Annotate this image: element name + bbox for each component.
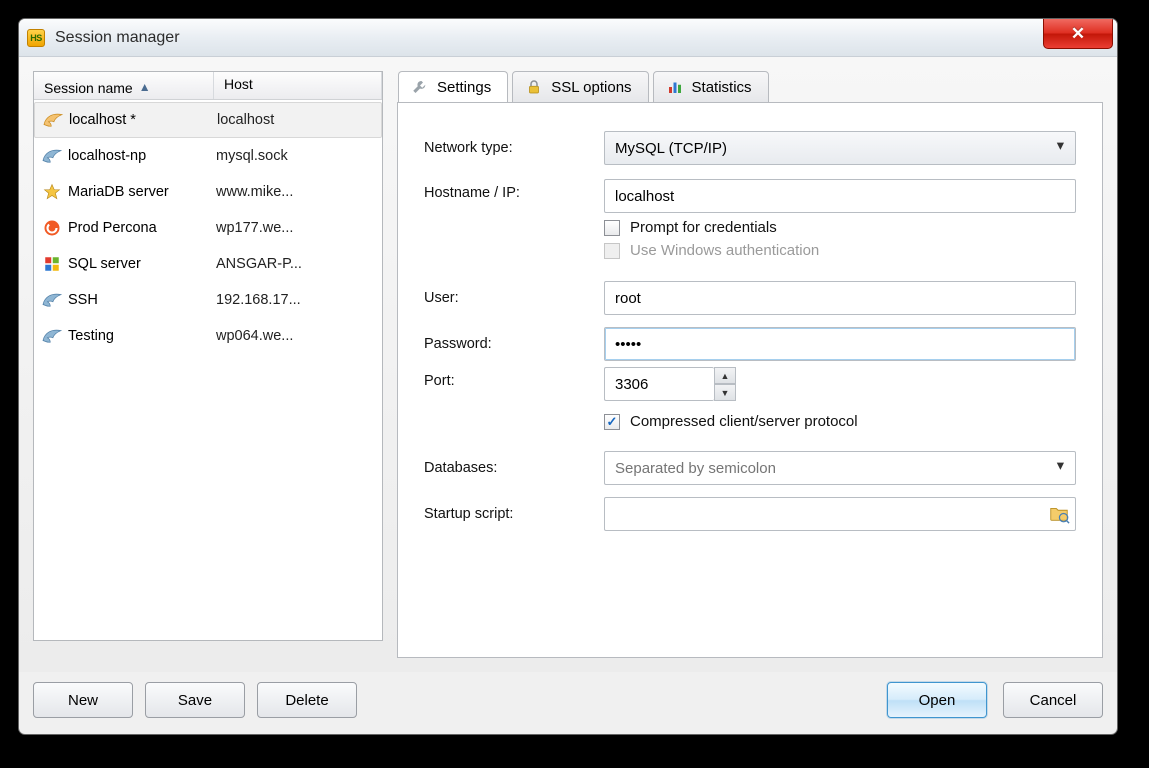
session-name: SSH <box>66 292 216 308</box>
session-name: MariaDB server <box>66 184 216 200</box>
session-host: 192.168.17... <box>216 292 378 308</box>
session-list-panel: Session name ▲ Host localhost *localhost… <box>33 71 383 641</box>
session-row[interactable]: Prod Perconawp177.we... <box>34 210 382 246</box>
wrench-icon <box>411 78 429 96</box>
checkbox-prompt-credentials-label: Prompt for credentials <box>630 219 777 236</box>
tab-settings-label: Settings <box>437 79 491 96</box>
lock-icon <box>525 78 543 96</box>
checkbox-windows-auth: Use Windows authentication <box>604 242 1076 259</box>
checkbox-windows-auth-label: Use Windows authentication <box>630 242 819 259</box>
checkbox-box: ✓ <box>604 414 620 430</box>
port-spinner: ▲ ▼ <box>714 367 736 401</box>
tab-statistics[interactable]: Statistics <box>653 71 769 103</box>
save-button[interactable]: Save <box>145 682 245 718</box>
settings-tab-content: Network type: MySQL (TCP/IP) Hostname / … <box>397 102 1103 658</box>
session-name: localhost-np <box>66 148 216 164</box>
tab-ssl-options[interactable]: SSL options <box>512 71 648 103</box>
label-port: Port: <box>424 367 604 389</box>
window-title: Session manager <box>55 29 180 47</box>
tabstrip: Settings SSL options Statistics <box>397 71 1103 103</box>
label-startup-script: Startup script: <box>424 506 604 522</box>
close-button[interactable]: ✕ <box>1043 19 1113 49</box>
dolphin-icon <box>38 327 66 345</box>
column-header-name-label: Session name <box>44 80 133 96</box>
column-header-host-label: Host <box>224 76 253 92</box>
label-user: User: <box>424 290 604 306</box>
databases-input[interactable] <box>604 451 1076 485</box>
startup-script-input[interactable] <box>604 497 1076 531</box>
checkbox-compressed[interactable]: ✓ Compressed client/server protocol <box>604 413 1076 430</box>
open-button[interactable]: Open <box>887 682 987 718</box>
network-type-select[interactable]: MySQL (TCP/IP) <box>604 131 1076 165</box>
bar-chart-icon <box>666 78 684 96</box>
port-spin-down[interactable]: ▼ <box>714 384 736 401</box>
session-host: wp177.we... <box>216 220 378 236</box>
tab-statistics-label: Statistics <box>692 79 752 96</box>
port-input[interactable] <box>604 367 714 401</box>
dolphin-icon <box>38 291 66 309</box>
column-header-host[interactable]: Host <box>214 72 382 99</box>
hostname-input[interactable] <box>604 179 1076 213</box>
checkbox-box <box>604 220 620 236</box>
new-button[interactable]: New <box>33 682 133 718</box>
delete-button[interactable]: Delete <box>257 682 357 718</box>
percona-icon <box>38 219 66 237</box>
button-bar: New Save Delete Open Cancel <box>19 672 1117 734</box>
user-input[interactable] <box>604 281 1076 315</box>
session-host: localhost <box>217 112 377 128</box>
password-input[interactable] <box>604 327 1076 361</box>
cancel-button[interactable]: Cancel <box>1003 682 1103 718</box>
dolphin-orange-icon <box>39 111 67 129</box>
label-network-type: Network type: <box>424 140 604 156</box>
port-spin-up[interactable]: ▲ <box>714 367 736 384</box>
tab-settings[interactable]: Settings <box>398 71 508 103</box>
column-header-name[interactable]: Session name ▲ <box>34 72 214 99</box>
session-list-header: Session name ▲ Host <box>34 72 382 100</box>
browse-folder-icon[interactable] <box>1048 502 1070 524</box>
session-name: Prod Percona <box>66 220 216 236</box>
session-manager-window: HS Session manager ✕ Session name ▲ Host… <box>18 18 1118 735</box>
session-row[interactable]: localhost *localhost <box>34 102 382 138</box>
session-host: ANSGAR-P... <box>216 256 378 272</box>
titlebar: HS Session manager ✕ <box>19 19 1117 57</box>
star-icon <box>38 183 66 201</box>
session-host: mysql.sock <box>216 148 378 164</box>
session-name: SQL server <box>66 256 216 272</box>
session-row[interactable]: MariaDB serverwww.mike... <box>34 174 382 210</box>
checkbox-box <box>604 243 620 259</box>
session-row[interactable]: localhost-npmysql.sock <box>34 138 382 174</box>
label-hostname: Hostname / IP: <box>424 179 604 201</box>
close-icon: ✕ <box>1071 24 1085 44</box>
label-password: Password: <box>424 336 604 352</box>
session-name: localhost * <box>67 112 217 128</box>
session-host: www.mike... <box>216 184 378 200</box>
session-row[interactable]: SSH192.168.17... <box>34 282 382 318</box>
session-row[interactable]: Testingwp064.we... <box>34 318 382 354</box>
app-icon: HS <box>27 29 45 47</box>
checkbox-compressed-label: Compressed client/server protocol <box>630 413 858 430</box>
label-databases: Databases: <box>424 460 604 476</box>
session-host: wp064.we... <box>216 328 378 344</box>
session-row[interactable]: SQL serverANSGAR-P... <box>34 246 382 282</box>
checkbox-prompt-credentials[interactable]: Prompt for credentials <box>604 219 1076 236</box>
session-name: Testing <box>66 328 216 344</box>
tab-ssl-label: SSL options <box>551 79 631 96</box>
sort-asc-icon: ▲ <box>139 80 151 94</box>
winflag-icon <box>38 255 66 273</box>
dolphin-icon <box>38 147 66 165</box>
